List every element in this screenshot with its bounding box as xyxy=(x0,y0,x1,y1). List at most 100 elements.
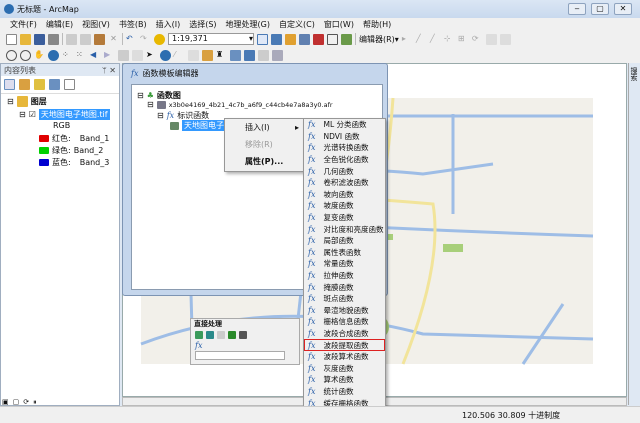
layer-visibility-checkbox[interactable]: ☑ xyxy=(29,110,36,119)
toc-pin-close[interactable]: ᛘ ✕ xyxy=(102,66,116,75)
html-popup-icon[interactable] xyxy=(188,49,199,61)
submenu-item[interactable]: fx 复变函数 xyxy=(304,212,385,224)
forward-icon[interactable]: ▶ xyxy=(104,50,115,61)
minimize-button[interactable]: ‒ xyxy=(568,3,586,15)
hyperlink-icon[interactable]: ⁄ xyxy=(174,50,185,61)
menu-view[interactable]: 视图(V) xyxy=(82,19,110,30)
submenu-item[interactable]: fx 掩膜函数 xyxy=(304,281,385,293)
editor-toolbar-icon[interactable] xyxy=(257,33,268,45)
submenu-item[interactable]: fx 波段提取函数 xyxy=(304,339,385,351)
save-icon[interactable] xyxy=(239,331,247,339)
new-icon[interactable] xyxy=(6,33,17,45)
submenu-item[interactable]: fx 拉伸函数 xyxy=(304,270,385,282)
submenu-item[interactable]: fx 坡向函数 xyxy=(304,189,385,201)
model-builder-icon[interactable] xyxy=(341,33,352,45)
apply-icon[interactable] xyxy=(206,331,214,339)
select-by-icon[interactable] xyxy=(118,49,129,61)
catalog-icon[interactable] xyxy=(285,33,296,45)
sketch-icon[interactable]: ╱ xyxy=(416,34,427,45)
paste-icon[interactable] xyxy=(94,33,105,45)
menu-selection[interactable]: 选择(S) xyxy=(189,19,216,30)
submenu-item[interactable]: fx 晕渲地貌函数 xyxy=(304,305,385,317)
submenu-item[interactable]: fx NDVI 函数 xyxy=(304,131,385,143)
submenu-item[interactable]: fx 坡度函数 xyxy=(304,200,385,212)
list-by-selection-icon[interactable] xyxy=(49,79,60,90)
cut-icon[interactable] xyxy=(66,33,77,45)
scale-combobox[interactable]: 1:19,371 ▾ xyxy=(168,33,254,45)
menu-edit[interactable]: 编辑(E) xyxy=(46,19,73,30)
submenu-item[interactable]: fx ML 分类函数 xyxy=(304,119,385,131)
close-button[interactable]: ✕ xyxy=(614,3,632,15)
submenu-item[interactable]: fx 卷积滤波函数 xyxy=(304,177,385,189)
refresh-icon[interactable]: ⟳ xyxy=(23,398,29,407)
add-data-icon[interactable] xyxy=(154,33,165,45)
submenu-item[interactable]: fx 属性表函数 xyxy=(304,247,385,259)
layout-view-icon[interactable]: ▢ xyxy=(13,398,20,407)
context-insert[interactable]: 插入(I) ▸ xyxy=(225,119,303,136)
submenu-item[interactable]: fx 斑点函数 xyxy=(304,293,385,305)
search-tab-label[interactable]: 搜索 xyxy=(629,67,639,81)
delete-icon[interactable]: ✕ xyxy=(108,34,119,45)
submenu-item[interactable]: fx 光谱转换函数 xyxy=(304,142,385,154)
fixed-zoom-in-icon[interactable]: ⁘ xyxy=(62,50,73,61)
identify-icon[interactable] xyxy=(160,49,171,61)
copy-icon[interactable] xyxy=(80,33,91,45)
menu-windows[interactable]: 窗口(W) xyxy=(324,19,354,30)
rotate-icon[interactable]: ⟳ xyxy=(472,34,483,45)
pause-icon[interactable]: ⏸ xyxy=(33,398,37,407)
back-icon[interactable]: ◀ xyxy=(90,50,101,61)
save-icon[interactable] xyxy=(34,33,45,45)
layer-item[interactable]: ⊟ ☑ 天地图电子地图.tif xyxy=(19,109,110,120)
search-side-tab[interactable]: 搜索 xyxy=(628,63,640,405)
list-by-visibility-icon[interactable] xyxy=(34,79,45,90)
menu-file[interactable]: 文件(F) xyxy=(10,19,37,30)
collapse-icon[interactable]: ⊟ xyxy=(19,110,26,119)
maximize-button[interactable]: ▢ xyxy=(591,3,609,15)
zoom-out-icon[interactable] xyxy=(20,49,31,61)
toc-window-icon[interactable] xyxy=(271,33,282,45)
list-by-drawing-order-icon[interactable] xyxy=(4,79,15,90)
menu-bookmarks[interactable]: 书签(B) xyxy=(119,19,147,30)
submenu-item[interactable]: fx 灰度函数 xyxy=(304,362,385,374)
menu-help[interactable]: 帮助(H) xyxy=(363,19,391,30)
time-slider-icon[interactable] xyxy=(258,49,269,61)
create-viewer-icon[interactable] xyxy=(272,49,283,61)
options-icon[interactable] xyxy=(64,79,75,90)
undo-icon[interactable]: ↶ xyxy=(126,34,137,45)
go-to-xy-icon[interactable] xyxy=(244,49,255,61)
clear-selection-icon[interactable] xyxy=(132,49,143,61)
menu-customize[interactable]: 自定义(C) xyxy=(279,19,315,30)
pan-icon[interactable]: ✋ xyxy=(34,50,45,61)
find-icon[interactable]: ♜ xyxy=(216,50,227,61)
submenu-item[interactable]: fx 局部函数 xyxy=(304,235,385,247)
tool-icon[interactable] xyxy=(217,331,225,339)
select-elements-icon[interactable]: ➤ xyxy=(146,50,157,61)
measure-icon[interactable] xyxy=(202,49,213,61)
redo-icon[interactable]: ↷ xyxy=(140,34,151,45)
tree-file[interactable]: ⊟ x3b0e4169_4b21_4c7b_a6f9_c44cb4e7a8a3y0… xyxy=(147,100,333,109)
submenu-item[interactable]: fx 波段算术函数 xyxy=(304,351,385,363)
submenu-item[interactable]: fx 波段合成函数 xyxy=(304,328,385,340)
submenu-item[interactable]: fx 全色锐化函数 xyxy=(304,154,385,166)
export-icon[interactable] xyxy=(228,331,236,339)
editor-menu[interactable]: 编辑器(R)▾ xyxy=(359,34,399,45)
search-window-icon[interactable] xyxy=(299,33,310,45)
menu-geoprocessing[interactable]: 地理处理(G) xyxy=(226,19,270,30)
submenu-item[interactable]: fx 对比度和亮度函数 xyxy=(304,223,385,235)
data-view-icon[interactable]: ▣ xyxy=(2,398,9,407)
sketch-properties-icon[interactable] xyxy=(499,33,511,45)
layer-name[interactable]: 天地图电子地图.tif xyxy=(38,109,110,120)
menu-insert[interactable]: 插入(I) xyxy=(156,19,181,30)
context-properties[interactable]: 属性(P)... xyxy=(225,153,303,170)
processing-combobox[interactable] xyxy=(195,351,285,360)
trace-icon[interactable]: ⊹ xyxy=(444,34,455,45)
add-function-icon[interactable] xyxy=(195,331,203,339)
split-icon[interactable]: ⊞ xyxy=(458,34,469,45)
submenu-item[interactable]: fx 算术函数 xyxy=(304,374,385,386)
submenu-item[interactable]: fx 几何函数 xyxy=(304,165,385,177)
zoom-in-icon[interactable] xyxy=(6,49,17,61)
full-extent-icon[interactable] xyxy=(48,49,59,61)
attributes-icon[interactable] xyxy=(485,33,497,45)
collapse-icon[interactable]: ⊟ xyxy=(7,97,14,106)
submenu-item[interactable]: fx 常量函数 xyxy=(304,258,385,270)
